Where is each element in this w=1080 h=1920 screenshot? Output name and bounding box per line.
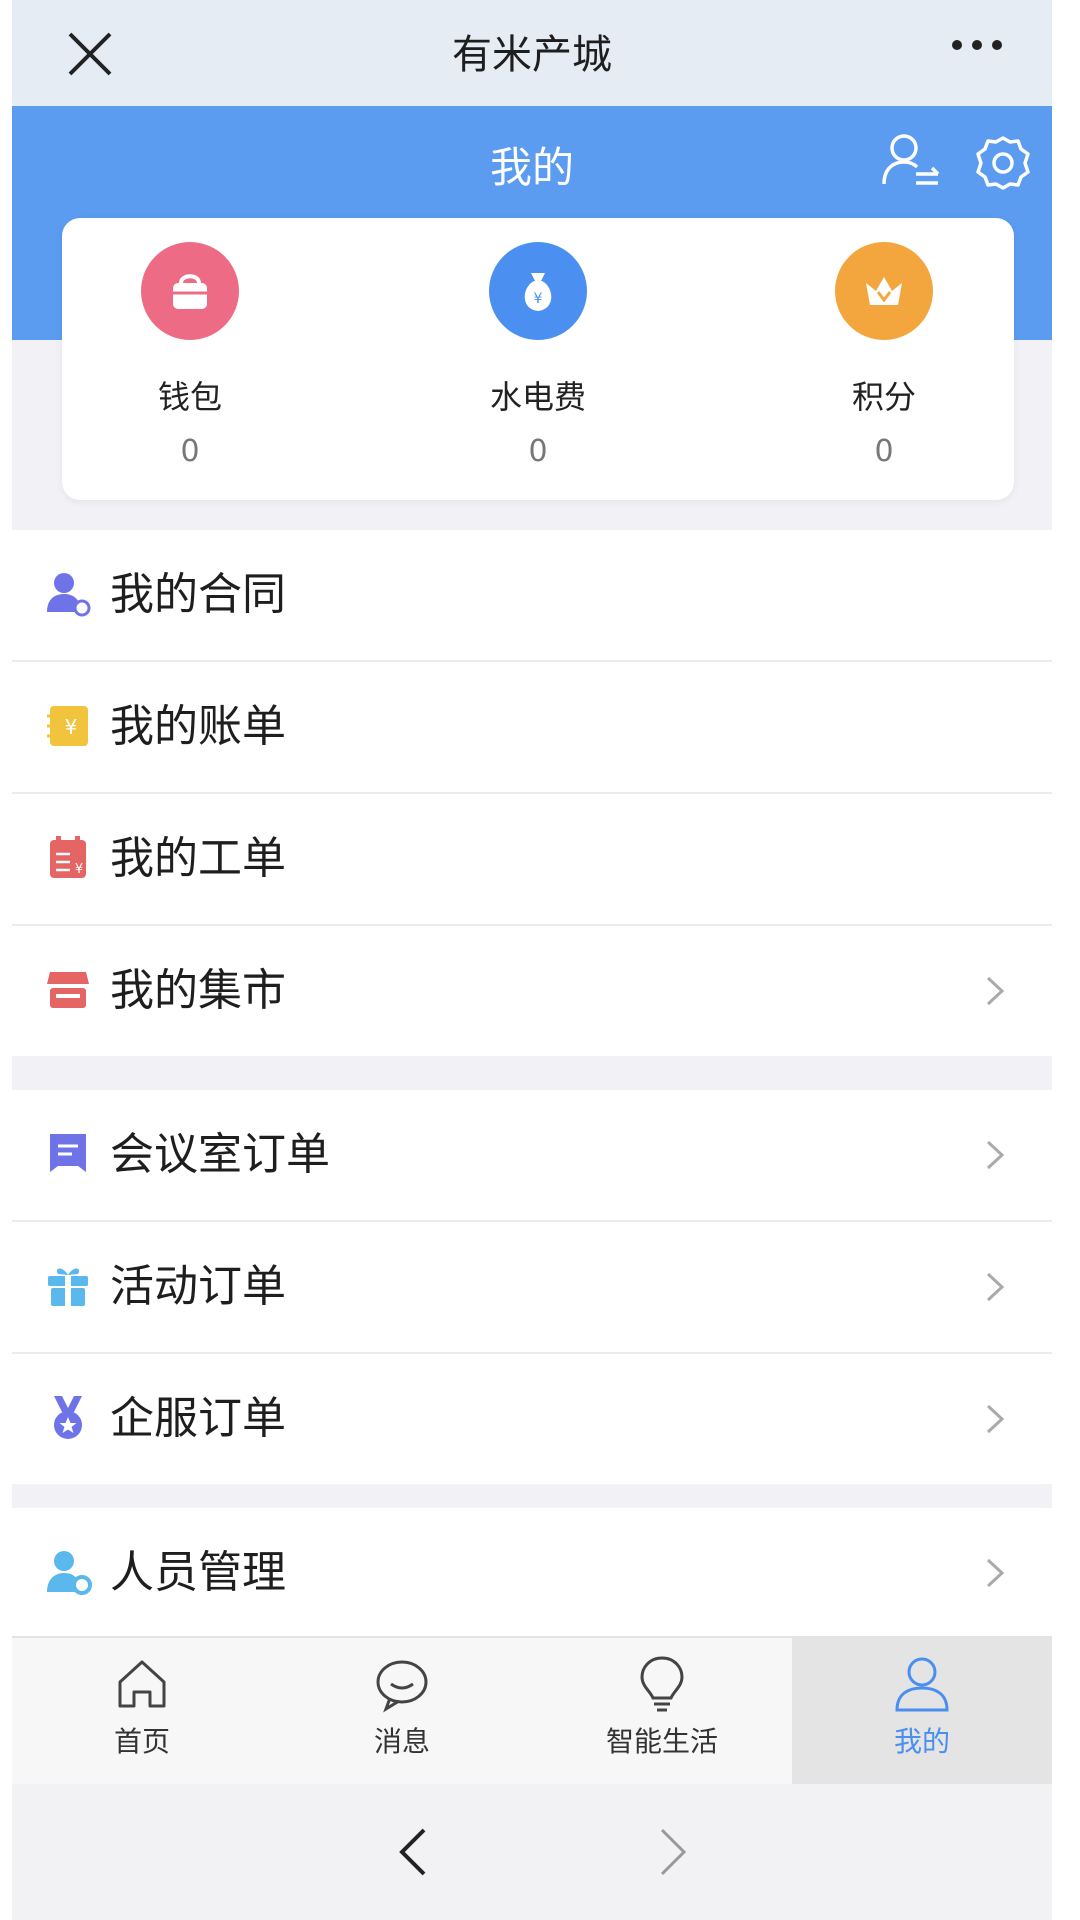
bulb-icon <box>640 1656 684 1712</box>
menu-label: 会议室订单 <box>110 1129 330 1180</box>
menu-group-my: 我的合同 ¥ 我的账单 ¥ 我的工单 我的集市 <box>12 530 1052 1056</box>
menu-item-activity-order[interactable]: 活动订单 <box>12 1222 1052 1354</box>
back-arrow-icon[interactable] <box>392 1822 432 1882</box>
utility-label: 水电费 <box>489 378 586 416</box>
gift-icon <box>48 1268 88 1306</box>
menu-group-orders: 会议室订单 活动订单 企服订单 <box>12 1090 1052 1484</box>
forward-arrow-icon[interactable] <box>654 1822 694 1882</box>
menu-label: 企服订单 <box>110 1393 286 1444</box>
contract-user-icon <box>47 573 91 617</box>
wallet-icon <box>141 242 239 340</box>
menu-item-contract[interactable]: 我的合同 <box>12 530 1052 662</box>
menu-label: 我的合同 <box>110 569 286 620</box>
mini-program-titlebar: 有米产城 <box>12 0 1052 106</box>
menu-item-people-manage[interactable]: 人员管理 <box>12 1508 1052 1638</box>
chevron-right-icon <box>986 1272 1005 1302</box>
svg-text:¥: ¥ <box>65 715 78 739</box>
wallet-value: 0 <box>180 434 200 469</box>
wallet-stat[interactable]: 钱包 0 <box>80 242 300 469</box>
settings-icon[interactable] <box>974 134 1032 192</box>
more-icon[interactable] <box>947 30 1007 60</box>
menu-item-work-order[interactable]: ¥ 我的工单 <box>12 794 1052 926</box>
message-icon <box>376 1660 428 1713</box>
tab-mine[interactable]: 我的 <box>792 1638 1052 1786</box>
medal-icon <box>54 1396 82 1439</box>
chevron-right-icon <box>986 976 1005 1006</box>
menu-label: 人员管理 <box>110 1547 286 1598</box>
menu-item-service-order[interactable]: 企服订单 <box>12 1354 1052 1484</box>
meeting-room-icon <box>50 1134 86 1172</box>
menu-label: 我的账单 <box>110 701 286 752</box>
browser-nav-bar <box>12 1784 1052 1920</box>
app-frame: 有米产城 我的 钱包 0 ¥ 水电费 0 积分 0 我的合同 ¥ 我的账单 ¥ … <box>12 0 1052 1920</box>
utility-value: 0 <box>528 434 548 469</box>
utility-stat[interactable]: ¥ 水电费 0 <box>428 242 648 469</box>
tab-home[interactable]: 首页 <box>12 1638 272 1786</box>
work-order-icon: ¥ <box>50 836 86 878</box>
tab-messages[interactable]: 消息 <box>272 1638 532 1786</box>
crown-icon <box>835 242 933 340</box>
svg-text:¥: ¥ <box>75 862 83 877</box>
menu-item-market[interactable]: 我的集市 <box>12 926 1052 1056</box>
home-icon <box>118 1660 166 1708</box>
market-icon <box>47 972 89 1008</box>
menu-item-meeting-order[interactable]: 会议室订单 <box>12 1090 1052 1222</box>
menu-label: 我的工单 <box>110 833 286 884</box>
points-label: 积分 <box>851 378 916 416</box>
tab-label: 消息 <box>373 1725 430 1758</box>
chevron-right-icon <box>986 1558 1005 1588</box>
menu-group-manage: 人员管理 <box>12 1508 1052 1638</box>
assets-card: 钱包 0 ¥ 水电费 0 积分 0 <box>62 218 1014 500</box>
chevron-right-icon <box>986 1140 1005 1170</box>
people-manage-icon <box>47 1551 92 1595</box>
user-icon <box>895 1657 949 1712</box>
wallet-label: 钱包 <box>157 378 222 416</box>
points-value: 0 <box>874 434 894 469</box>
menu-label: 活动订单 <box>110 1261 286 1312</box>
bill-icon: ¥ <box>47 706 88 746</box>
points-stat[interactable]: 积分 0 <box>774 242 994 469</box>
tab-label: 首页 <box>113 1725 170 1758</box>
bottom-tab-bar: 首页 消息 智能生活 我的 <box>12 1636 1052 1786</box>
tab-smart-life[interactable]: 智能生活 <box>532 1638 792 1786</box>
money-bag-icon: ¥ <box>489 242 587 340</box>
switch-user-icon[interactable] <box>880 130 942 192</box>
menu-item-bill[interactable]: ¥ 我的账单 <box>12 662 1052 794</box>
menu-label: 我的集市 <box>110 965 286 1016</box>
svg-text:¥: ¥ <box>534 291 543 307</box>
tab-label: 智能生活 <box>605 1725 718 1758</box>
tab-label: 我的 <box>893 1725 950 1758</box>
chevron-right-icon <box>986 1404 1005 1434</box>
app-title: 有米产城 <box>452 32 612 78</box>
